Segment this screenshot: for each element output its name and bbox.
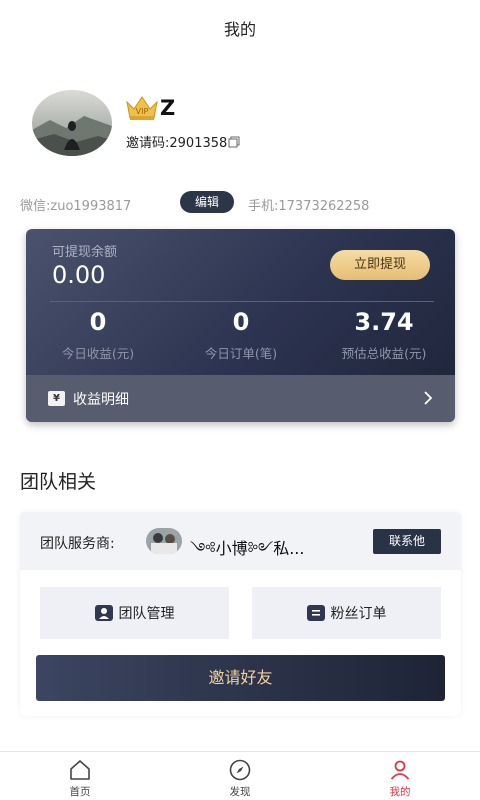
- contact-button[interactable]: 联系他: [373, 529, 441, 554]
- yen-icon: ¥: [48, 391, 65, 406]
- phone-number: 手机:17373262258: [248, 199, 370, 214]
- list-icon: [306, 605, 325, 621]
- invite-code-row: 邀请码:2901358: [126, 132, 240, 151]
- chevron-right-icon: [424, 391, 433, 405]
- avatar-image: [32, 90, 112, 156]
- divider: [50, 301, 434, 302]
- compass-icon: [229, 759, 251, 781]
- stat-value: 0: [89, 308, 107, 336]
- balance-label: 可提现余额: [52, 245, 118, 260]
- edit-button[interactable]: 编辑: [180, 191, 234, 213]
- page-title: 我的: [223, 20, 256, 39]
- tile-label: 团队管理: [118, 606, 175, 622]
- tab-label: 首页: [69, 786, 91, 798]
- stat-today-income: 0 今日收益(元): [38, 307, 158, 362]
- team-management-button[interactable]: 团队管理: [40, 587, 229, 639]
- copy-icon[interactable]: [228, 136, 240, 148]
- balance-value: 0.00: [52, 261, 106, 289]
- provider-avatar[interactable]: [146, 528, 182, 554]
- tile-label: 粉丝订单: [330, 606, 387, 622]
- home-icon: [70, 760, 90, 780]
- nickname: Z: [160, 96, 176, 120]
- bottom-tab-bar: 首页 发现 我的: [0, 751, 480, 800]
- tab-discover[interactable]: 发现: [160, 752, 320, 800]
- earnings-detail-label: 收益明细: [73, 391, 129, 408]
- stat-today-orders: 0 今日订单(笔): [181, 307, 301, 362]
- stat-label: 今日订单(笔): [204, 346, 278, 361]
- invite-friends-button[interactable]: 邀请好友: [36, 655, 445, 701]
- stat-value: 0: [232, 308, 250, 336]
- tab-label: 发现: [229, 786, 251, 798]
- tab-home[interactable]: 首页: [0, 752, 160, 800]
- provider-name: ༺小博༻私...: [190, 539, 305, 558]
- team-card: 团队服务商: ༺小博༻私... 联系他 团队管理 粉丝订单 邀请好友: [20, 512, 461, 716]
- tab-label: 我的: [389, 786, 411, 798]
- tab-mine[interactable]: 我的: [320, 752, 480, 800]
- stat-value: 3.74: [354, 308, 414, 336]
- provider-label: 团队服务商:: [40, 536, 115, 552]
- provider-row: 团队服务商: ༺小博༻私... 联系他: [20, 512, 461, 570]
- vip-crown-icon: VIP: [124, 94, 160, 122]
- section-title-team: 团队相关: [20, 471, 97, 493]
- stat-estimated-total: 3.74 预估总收益(元): [324, 307, 444, 362]
- wechat-id: 微信:zuo1993817: [20, 199, 132, 214]
- withdraw-button[interactable]: 立即提现: [330, 250, 430, 280]
- fan-orders-button[interactable]: 粉丝订单: [252, 587, 441, 639]
- avatar[interactable]: [32, 90, 112, 156]
- invite-code: 邀请码:2901358: [126, 136, 228, 151]
- user-icon: [390, 760, 410, 780]
- earnings-detail-row[interactable]: ¥ 收益明细: [26, 375, 455, 422]
- earnings-card: 可提现余额 0.00 立即提现 0 今日收益(元) 0 今日订单(笔) 3.74…: [26, 229, 455, 422]
- stat-label: 预估总收益(元): [341, 346, 427, 361]
- stat-label: 今日收益(元): [61, 346, 135, 361]
- vip-badge-text: VIP: [136, 107, 149, 116]
- team-icon: [94, 605, 113, 621]
